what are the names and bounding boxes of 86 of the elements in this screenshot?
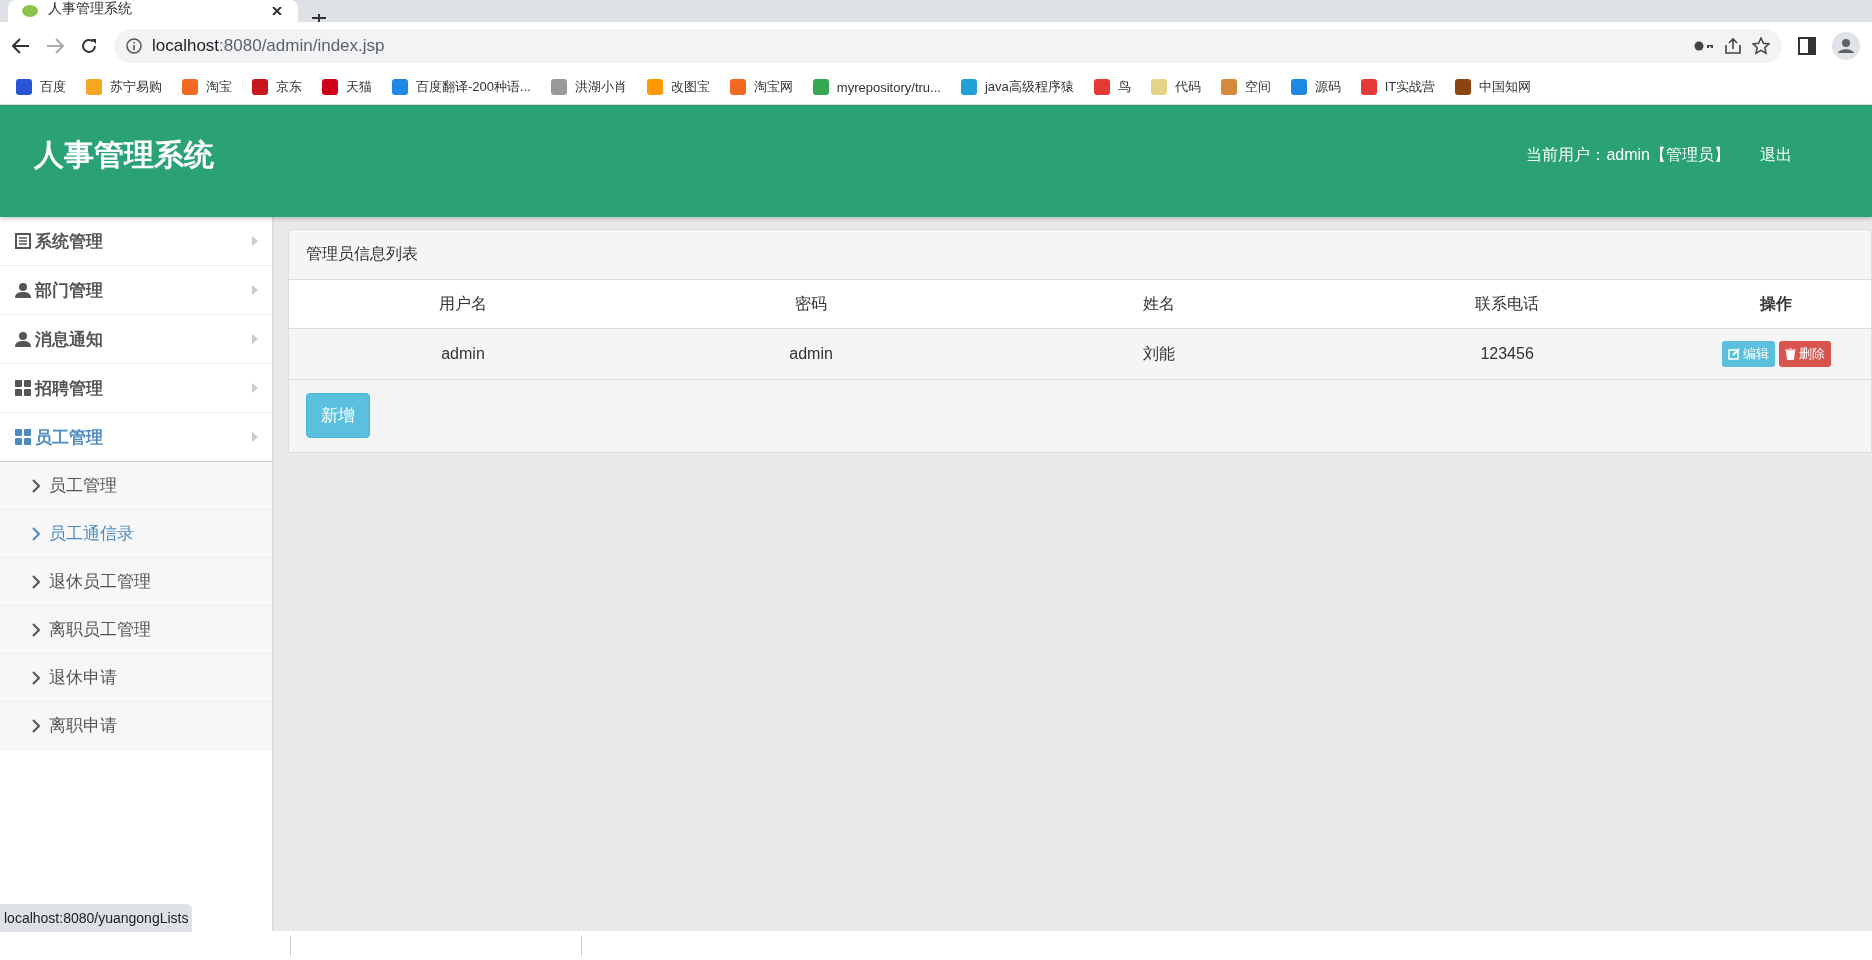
bookmark[interactable]: 淘宝网: [721, 78, 801, 96]
bookmark-icon: [1093, 79, 1110, 95]
user-icon: [15, 282, 31, 298]
user-icon: [15, 331, 31, 347]
bookmark-icon: [646, 79, 663, 95]
bookmark-icon: [252, 79, 268, 95]
bookmark-icon: [1455, 79, 1472, 95]
bookmark[interactable]: 洪湖小肖: [542, 78, 635, 96]
bookmark-icon: [16, 79, 32, 95]
caret-icon: [252, 383, 258, 393]
table-cell: 123456: [1333, 328, 1682, 380]
bookmark[interactable]: IT实战营: [1352, 78, 1444, 96]
star-icon[interactable]: [1752, 37, 1770, 55]
bookmark[interactable]: 淘宝: [174, 78, 240, 96]
column-header: 操作: [1681, 280, 1871, 329]
submenu-item[interactable]: 员工管理: [0, 462, 272, 510]
grid-icon: [15, 429, 31, 445]
bookmark-icon: [392, 79, 408, 95]
caret-icon: [252, 236, 258, 246]
bookmark[interactable]: 百度翻译-200种语...: [384, 78, 539, 96]
trash-icon: [1784, 348, 1796, 360]
bookmark-icon: [550, 79, 567, 95]
profile-icon[interactable]: [1832, 32, 1860, 60]
bookmark[interactable]: java高级程序猿: [952, 78, 1082, 96]
chevron-icon: [32, 670, 41, 685]
sidebar-item[interactable]: 系统管理: [0, 217, 272, 266]
bookmark[interactable]: 代码: [1142, 78, 1209, 96]
chevron-icon: [32, 478, 41, 493]
bookmark[interactable]: 中国知网: [1447, 78, 1540, 96]
key-icon[interactable]: [1694, 40, 1714, 52]
bookmark-icon: [322, 79, 338, 95]
browser-tab[interactable]: 人事管理系统: [8, 0, 298, 22]
bookmark-icon: [1360, 79, 1377, 95]
bookmark-icon: [86, 79, 102, 95]
table-cell: admin: [637, 328, 986, 380]
bookmark-icon: [960, 79, 977, 95]
bookmark-icon: [1220, 79, 1237, 95]
chevron-icon: [32, 718, 41, 733]
caret-icon: [252, 432, 258, 442]
reload-icon[interactable]: [80, 37, 98, 55]
list-icon: [15, 233, 31, 249]
submenu-item[interactable]: 离职员工管理: [0, 606, 272, 654]
chevron-icon: [32, 526, 41, 541]
bookmark[interactable]: 京东: [244, 78, 310, 96]
caret-icon: [252, 285, 258, 295]
bookmark-icon: [1290, 79, 1307, 95]
bookmark-icon: [812, 79, 829, 95]
bookmark[interactable]: 鸟: [1085, 78, 1139, 96]
bookmark[interactable]: 源码: [1282, 78, 1349, 96]
submenu-item[interactable]: 退休申请: [0, 654, 272, 702]
edit-icon: [1727, 348, 1740, 360]
submenu-item[interactable]: 离职申请: [0, 702, 272, 750]
sidebar-item[interactable]: 招聘管理: [0, 364, 272, 413]
delete-button[interactable]: 删除: [1778, 341, 1831, 367]
column-header: 用户名: [289, 280, 638, 329]
chevron-icon: [32, 622, 41, 637]
bookmark-icon: [729, 79, 746, 95]
status-url: localhost:8080/yuangongLists: [0, 904, 193, 932]
column-header: 姓名: [985, 280, 1334, 329]
bookmark-icon: [1150, 79, 1167, 95]
chevron-icon: [32, 574, 41, 589]
share-icon[interactable]: [1724, 37, 1742, 55]
bookmark[interactable]: 百度: [8, 78, 74, 96]
current-user: 当前用户：admin【管理员】: [1526, 144, 1730, 165]
bookmark[interactable]: myrepository/tru...: [804, 79, 949, 95]
app-title: 人事管理系统: [34, 136, 215, 173]
column-header: 联系电话: [1333, 280, 1682, 329]
new-tab-icon[interactable]: [312, 14, 326, 22]
bookmark[interactable]: 天猫: [314, 78, 380, 96]
column-header: 密码: [637, 280, 986, 329]
caret-icon: [252, 334, 258, 344]
bookmark[interactable]: 空间: [1212, 78, 1279, 96]
grid-icon: [15, 380, 31, 396]
submenu-item[interactable]: 退休员工管理: [0, 558, 272, 606]
back-icon[interactable]: [12, 37, 30, 55]
close-icon[interactable]: [272, 7, 284, 15]
bookmark[interactable]: 改图宝: [638, 78, 718, 96]
info-icon: [126, 38, 142, 54]
table-cell: admin: [289, 328, 638, 380]
sidebar-item[interactable]: 部门管理: [0, 266, 272, 315]
bookmark[interactable]: 苏宁易购: [78, 78, 170, 96]
address-bar[interactable]: localhost:8080/admin/index.jsp: [114, 29, 1782, 63]
side-panel-icon[interactable]: [1798, 37, 1816, 55]
sidebar-item[interactable]: 消息通知: [0, 315, 272, 364]
bookmark-icon: [182, 79, 198, 95]
table-cell: 刘能: [985, 328, 1334, 380]
